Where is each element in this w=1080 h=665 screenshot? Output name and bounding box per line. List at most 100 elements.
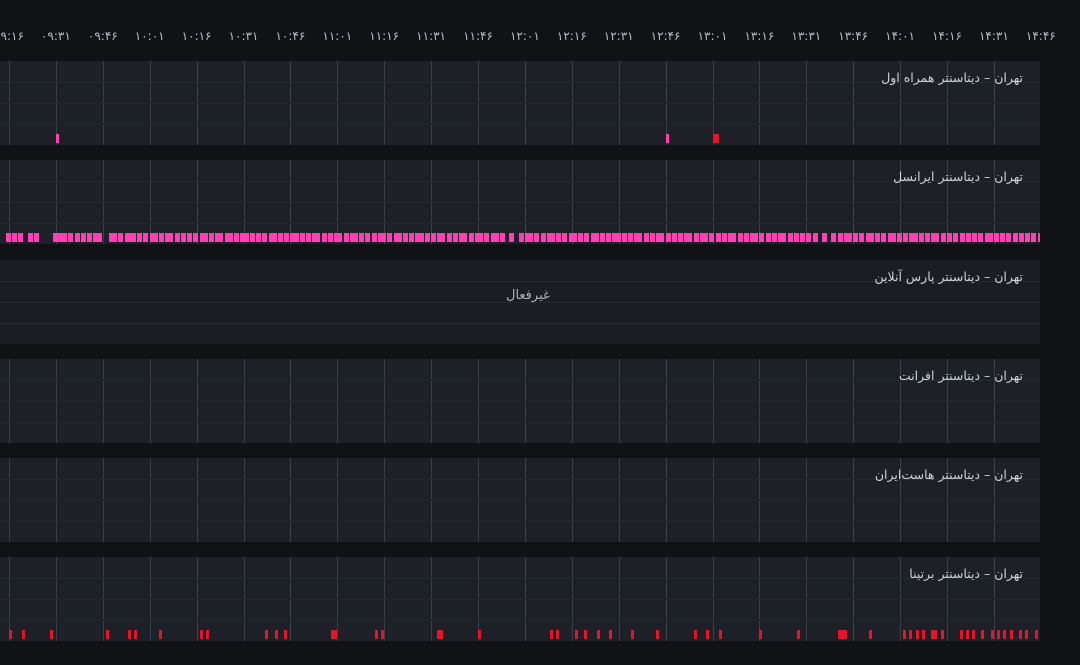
event-mark-warning[interactable] bbox=[721, 233, 727, 242]
event-mark-warning[interactable] bbox=[387, 233, 393, 242]
event-mark-warning[interactable] bbox=[499, 233, 505, 242]
event-mark-critical[interactable] bbox=[199, 630, 203, 639]
event-mark-warning[interactable] bbox=[478, 233, 483, 242]
event-mark-warning[interactable] bbox=[671, 233, 677, 242]
event-mark-warning[interactable] bbox=[174, 233, 180, 242]
event-mark-critical[interactable] bbox=[940, 630, 944, 639]
event-mark-warning[interactable] bbox=[1012, 233, 1018, 242]
event-mark-critical[interactable] bbox=[49, 630, 53, 639]
event-mark-critical[interactable] bbox=[631, 630, 635, 639]
event-mark-warning[interactable] bbox=[152, 233, 158, 242]
event-mark-critical[interactable] bbox=[374, 630, 378, 639]
event-mark-critical[interactable] bbox=[265, 630, 269, 639]
event-mark-critical[interactable] bbox=[990, 630, 994, 639]
event-mark-warning[interactable] bbox=[262, 233, 268, 242]
event-mark-warning[interactable] bbox=[299, 233, 305, 242]
event-mark-warning[interactable] bbox=[293, 233, 299, 242]
event-mark-critical[interactable] bbox=[284, 630, 288, 639]
event-mark-critical[interactable] bbox=[574, 630, 578, 639]
event-mark-warning[interactable] bbox=[271, 233, 277, 242]
event-mark-critical[interactable] bbox=[715, 134, 719, 143]
event-mark-warning[interactable] bbox=[925, 233, 931, 242]
event-mark-critical[interactable] bbox=[934, 630, 938, 639]
event-mark-warning[interactable] bbox=[306, 233, 312, 242]
event-mark-critical[interactable] bbox=[1018, 630, 1022, 639]
event-mark-warning[interactable] bbox=[743, 233, 749, 242]
event-mark-warning[interactable] bbox=[987, 233, 993, 242]
event-mark-warning[interactable] bbox=[978, 233, 984, 242]
event-mark-warning[interactable] bbox=[55, 134, 59, 143]
event-mark-warning[interactable] bbox=[703, 233, 709, 242]
event-mark-warning[interactable] bbox=[903, 233, 909, 242]
event-mark-warning[interactable] bbox=[446, 233, 452, 242]
event-mark-critical[interactable] bbox=[959, 630, 963, 639]
event-mark-warning[interactable] bbox=[321, 233, 327, 242]
event-mark-warning[interactable] bbox=[256, 233, 261, 242]
event-mark-warning[interactable] bbox=[1000, 233, 1006, 242]
event-mark-warning[interactable] bbox=[284, 233, 290, 242]
event-mark-warning[interactable] bbox=[643, 233, 649, 242]
event-mark-warning[interactable] bbox=[637, 233, 643, 242]
event-mark-warning[interactable] bbox=[556, 233, 562, 242]
event-mark-warning[interactable] bbox=[62, 233, 68, 242]
datacenter-panel-irancell[interactable]: تهران – دیتاسنتر ایرانسل bbox=[0, 160, 1040, 244]
datacenter-panel-afranet[interactable]: تهران – دیتاسنتر افرانت bbox=[0, 359, 1040, 443]
event-mark-warning[interactable] bbox=[193, 233, 199, 242]
event-mark-warning[interactable] bbox=[187, 233, 193, 242]
event-mark-warning[interactable] bbox=[130, 233, 136, 242]
event-mark-warning[interactable] bbox=[528, 233, 534, 242]
event-mark-warning[interactable] bbox=[549, 233, 555, 242]
event-mark-warning[interactable] bbox=[578, 233, 584, 242]
event-mark-warning[interactable] bbox=[881, 233, 887, 242]
event-mark-warning[interactable] bbox=[243, 233, 249, 242]
event-mark-warning[interactable] bbox=[402, 233, 408, 242]
event-mark-warning[interactable] bbox=[227, 233, 233, 242]
event-mark-critical[interactable] bbox=[549, 630, 553, 639]
event-mark-critical[interactable] bbox=[478, 630, 481, 639]
event-mark-warning[interactable] bbox=[159, 233, 165, 242]
event-mark-warning[interactable] bbox=[96, 233, 102, 242]
event-mark-warning[interactable] bbox=[831, 233, 837, 242]
event-mark-warning[interactable] bbox=[853, 233, 859, 242]
event-mark-critical[interactable] bbox=[381, 630, 385, 639]
event-mark-warning[interactable] bbox=[12, 233, 18, 242]
event-mark-warning[interactable] bbox=[27, 233, 33, 242]
event-mark-warning[interactable] bbox=[687, 233, 693, 242]
event-mark-warning[interactable] bbox=[18, 233, 24, 242]
event-mark-critical[interactable] bbox=[159, 630, 163, 639]
event-mark-warning[interactable] bbox=[918, 233, 924, 242]
event-mark-warning[interactable] bbox=[934, 233, 940, 242]
event-mark-critical[interactable] bbox=[706, 630, 710, 639]
event-mark-warning[interactable] bbox=[571, 233, 577, 242]
event-mark-critical[interactable] bbox=[915, 630, 919, 639]
event-mark-critical[interactable] bbox=[556, 630, 560, 639]
event-mark-warning[interactable] bbox=[352, 233, 358, 242]
event-mark-warning[interactable] bbox=[80, 233, 86, 242]
event-mark-warning[interactable] bbox=[615, 233, 621, 242]
event-mark-warning[interactable] bbox=[112, 233, 118, 242]
event-mark-critical[interactable] bbox=[997, 630, 1001, 639]
event-mark-warning[interactable] bbox=[793, 233, 799, 242]
event-mark-warning[interactable] bbox=[440, 233, 446, 242]
event-mark-warning[interactable] bbox=[337, 233, 343, 242]
event-mark-warning[interactable] bbox=[678, 233, 684, 242]
event-mark-critical[interactable] bbox=[1003, 630, 1007, 639]
event-mark-critical[interactable] bbox=[868, 630, 872, 639]
event-mark-warning[interactable] bbox=[584, 233, 590, 242]
event-mark-warning[interactable] bbox=[759, 233, 765, 242]
event-mark-warning[interactable] bbox=[781, 233, 787, 242]
event-mark-warning[interactable] bbox=[868, 233, 874, 242]
event-mark-warning[interactable] bbox=[118, 233, 124, 242]
event-mark-warning[interactable] bbox=[277, 233, 283, 242]
event-mark-warning[interactable] bbox=[209, 233, 215, 242]
event-mark-warning[interactable] bbox=[665, 233, 671, 242]
event-mark-warning[interactable] bbox=[168, 233, 174, 242]
event-mark-warning[interactable] bbox=[452, 233, 458, 242]
event-mark-warning[interactable] bbox=[509, 233, 515, 242]
event-mark-warning[interactable] bbox=[787, 233, 793, 242]
event-mark-warning[interactable] bbox=[87, 233, 93, 242]
event-mark-warning[interactable] bbox=[562, 233, 568, 242]
event-mark-critical[interactable] bbox=[1034, 630, 1038, 639]
event-mark-critical[interactable] bbox=[972, 630, 975, 639]
event-mark-warning[interactable] bbox=[343, 233, 349, 242]
